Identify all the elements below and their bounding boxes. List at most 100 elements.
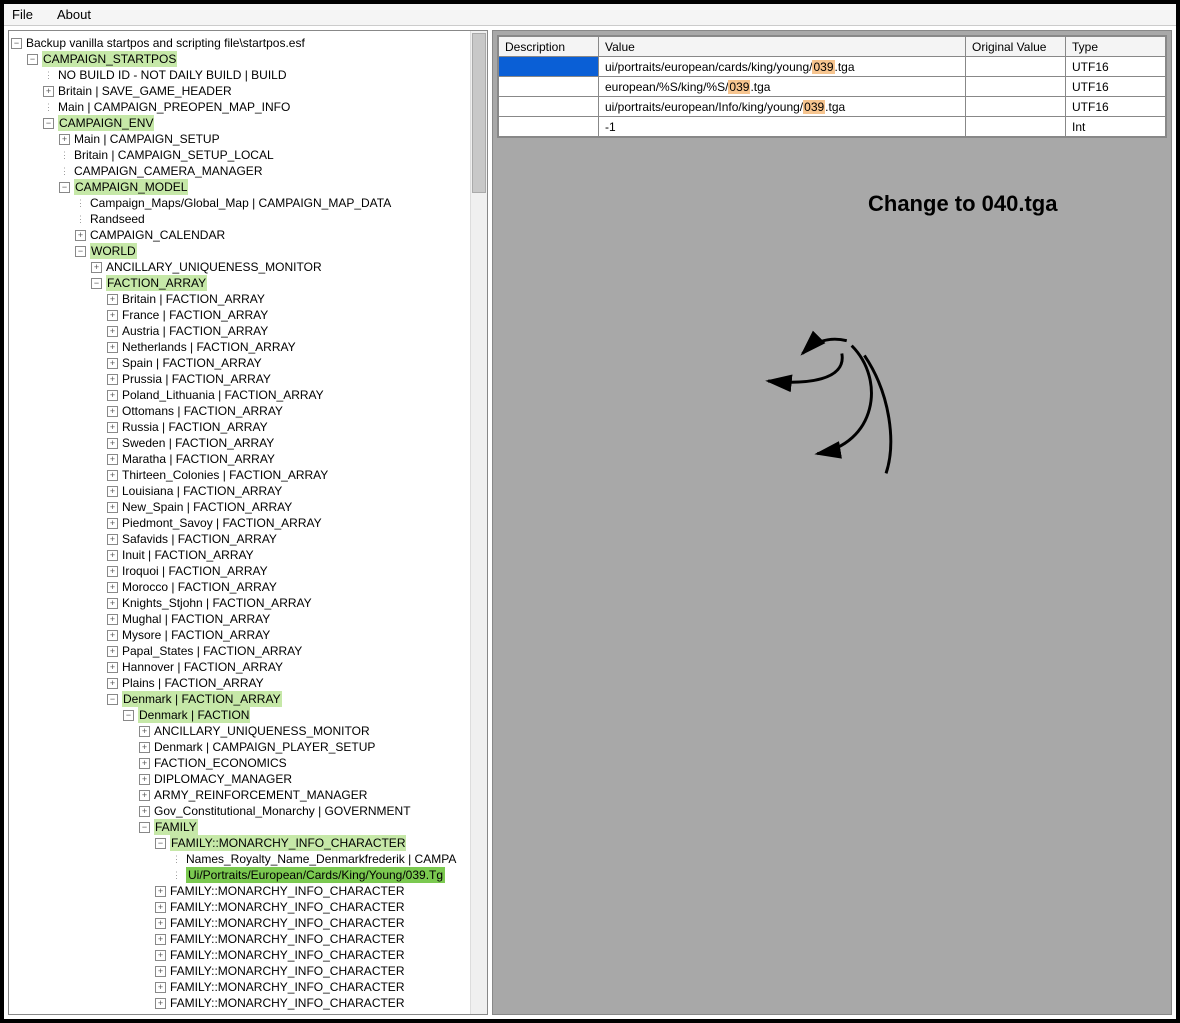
collapse-icon[interactable]: − — [59, 182, 70, 193]
tree-node[interactable]: +Sweden | FACTION_ARRAY — [11, 435, 485, 451]
cell-value[interactable]: -1 — [599, 117, 966, 137]
expand-icon[interactable]: + — [107, 486, 118, 497]
tree-node[interactable]: +Maratha | FACTION_ARRAY — [11, 451, 485, 467]
tree-node[interactable]: −Denmark | FACTION — [11, 707, 485, 723]
tree-node[interactable]: +Louisiana | FACTION_ARRAY — [11, 483, 485, 499]
expand-icon[interactable]: + — [107, 406, 118, 417]
tree-node[interactable]: ⋮NO BUILD ID - NOT DAILY BUILD | BUILD — [11, 67, 485, 83]
tree-node[interactable]: −Backup vanilla startpos and scripting f… — [11, 35, 485, 51]
tree-node[interactable]: +Iroquoi | FACTION_ARRAY — [11, 563, 485, 579]
collapse-icon[interactable]: − — [139, 822, 150, 833]
tree-node[interactable]: ⋮Campaign_Maps/Global_Map | CAMPAIGN_MAP… — [11, 195, 485, 211]
tree-node[interactable]: +Morocco | FACTION_ARRAY — [11, 579, 485, 595]
tree-node[interactable]: +Mysore | FACTION_ARRAY — [11, 627, 485, 643]
expand-icon[interactable]: + — [91, 262, 102, 273]
tree-node[interactable]: +Denmark | CAMPAIGN_PLAYER_SETUP — [11, 739, 485, 755]
tree-node[interactable]: +Knights_Stjohn | FACTION_ARRAY — [11, 595, 485, 611]
col-value[interactable]: Value — [599, 37, 966, 57]
tree-node[interactable]: +Russia | FACTION_ARRAY — [11, 419, 485, 435]
property-row[interactable]: european/%S/king/%S/039.tgaUTF16 — [499, 77, 1166, 97]
tree-node[interactable]: +ANCILLARY_UNIQUENESS_MONITOR — [11, 259, 485, 275]
tree-node[interactable]: +FAMILY::MONARCHY_INFO_CHARACTER — [11, 979, 485, 995]
tree-node[interactable]: −WORLD — [11, 243, 485, 259]
tree-node[interactable]: −Denmark | FACTION_ARRAY — [11, 691, 485, 707]
expand-icon[interactable]: + — [107, 582, 118, 593]
tree-node[interactable]: ⋮Britain | CAMPAIGN_SETUP_LOCAL — [11, 147, 485, 163]
col-description[interactable]: Description — [499, 37, 599, 57]
collapse-icon[interactable]: − — [155, 838, 166, 849]
tree-scrollbar[interactable] — [470, 31, 487, 1014]
collapse-icon[interactable]: − — [107, 694, 118, 705]
tree-node[interactable]: ⋮Main | CAMPAIGN_PREOPEN_MAP_INFO — [11, 99, 485, 115]
tree-node[interactable]: +Gov_Constitutional_Monarchy | GOVERNMEN… — [11, 803, 485, 819]
expand-icon[interactable]: + — [155, 950, 166, 961]
collapse-icon[interactable]: − — [91, 278, 102, 289]
expand-icon[interactable]: + — [107, 646, 118, 657]
collapse-icon[interactable]: − — [27, 54, 38, 65]
tree-node[interactable]: +Plains | FACTION_ARRAY — [11, 675, 485, 691]
expand-icon[interactable]: + — [107, 374, 118, 385]
tree-node[interactable]: +Papal_States | FACTION_ARRAY — [11, 643, 485, 659]
tree-node[interactable]: +Piedmont_Savoy | FACTION_ARRAY — [11, 515, 485, 531]
tree-node[interactable]: +Spain | FACTION_ARRAY — [11, 355, 485, 371]
tree-node[interactable]: +Austria | FACTION_ARRAY — [11, 323, 485, 339]
tree-node[interactable]: +Britain | SAVE_GAME_HEADER — [11, 83, 485, 99]
tree-node[interactable]: −CAMPAIGN_STARTPOS — [11, 51, 485, 67]
expand-icon[interactable]: + — [107, 470, 118, 481]
expand-icon[interactable]: + — [155, 902, 166, 913]
collapse-icon[interactable]: − — [123, 710, 134, 721]
collapse-icon[interactable]: − — [75, 246, 86, 257]
tree-node[interactable]: +FAMILY::MONARCHY_INFO_CHARACTER — [11, 963, 485, 979]
col-type[interactable]: Type — [1066, 37, 1166, 57]
tree-node[interactable]: +New_Spain | FACTION_ARRAY — [11, 499, 485, 515]
tree-node[interactable]: +DIPLOMACY_MANAGER — [11, 771, 485, 787]
tree-node[interactable]: +FAMILY::MONARCHY_INFO_CHARACTER — [11, 899, 485, 915]
expand-icon[interactable]: + — [107, 566, 118, 577]
tree-node[interactable]: +CAMPAIGN_CALENDAR — [11, 227, 485, 243]
tree-node[interactable]: +FAMILY::MONARCHY_INFO_CHARACTER — [11, 915, 485, 931]
expand-icon[interactable]: + — [139, 726, 150, 737]
tree-node[interactable]: +ARMY_REINFORCEMENT_MANAGER — [11, 787, 485, 803]
tree-node[interactable]: +ANCILLARY_UNIQUENESS_MONITOR — [11, 723, 485, 739]
expand-icon[interactable]: + — [107, 342, 118, 353]
expand-icon[interactable]: + — [107, 502, 118, 513]
col-original[interactable]: Original Value — [966, 37, 1066, 57]
tree-node[interactable]: +FAMILY::MONARCHY_INFO_CHARACTER — [11, 883, 485, 899]
tree-node[interactable]: −CAMPAIGN_MODEL — [11, 179, 485, 195]
tree-node[interactable]: +Safavids | FACTION_ARRAY — [11, 531, 485, 547]
expand-icon[interactable]: + — [107, 326, 118, 337]
tree-node[interactable]: +France | FACTION_ARRAY — [11, 307, 485, 323]
tree-node[interactable]: +Thirteen_Colonies | FACTION_ARRAY — [11, 467, 485, 483]
tree-node[interactable]: −FACTION_ARRAY — [11, 275, 485, 291]
tree-node[interactable]: +Mughal | FACTION_ARRAY — [11, 611, 485, 627]
expand-icon[interactable]: + — [155, 886, 166, 897]
expand-icon[interactable]: + — [107, 294, 118, 305]
tree-node[interactable]: +FAMILY::MONARCHY_INFO_CHARACTER — [11, 931, 485, 947]
expand-icon[interactable]: + — [107, 630, 118, 641]
expand-icon[interactable]: + — [75, 230, 86, 241]
expand-icon[interactable]: + — [107, 310, 118, 321]
cell-value[interactable]: ui/portraits/european/cards/king/young/0… — [599, 57, 966, 77]
expand-icon[interactable]: + — [139, 758, 150, 769]
tree-node[interactable]: +FAMILY::MONARCHY_INFO_CHARACTER — [11, 995, 485, 1011]
expand-icon[interactable]: + — [139, 774, 150, 785]
expand-icon[interactable]: + — [155, 966, 166, 977]
tree-node[interactable]: +FAMILY::MONARCHY_INFO_CHARACTER — [11, 947, 485, 963]
tree-node[interactable]: −FAMILY::MONARCHY_INFO_CHARACTER — [11, 835, 485, 851]
expand-icon[interactable]: + — [107, 422, 118, 433]
tree-node[interactable]: +Netherlands | FACTION_ARRAY — [11, 339, 485, 355]
tree-node[interactable]: ⋮Randseed — [11, 211, 485, 227]
tree-node[interactable]: +Poland_Lithuania | FACTION_ARRAY — [11, 387, 485, 403]
expand-icon[interactable]: + — [107, 550, 118, 561]
tree-node[interactable]: −CAMPAIGN_ENV — [11, 115, 485, 131]
expand-icon[interactable]: + — [139, 790, 150, 801]
property-row[interactable]: ui/portraits/european/cards/king/young/0… — [499, 57, 1166, 77]
expand-icon[interactable]: + — [107, 390, 118, 401]
expand-icon[interactable]: + — [107, 614, 118, 625]
expand-icon[interactable]: + — [139, 742, 150, 753]
expand-icon[interactable]: + — [107, 358, 118, 369]
tree-node[interactable]: ⋮CAMPAIGN_CAMERA_MANAGER — [11, 163, 485, 179]
expand-icon[interactable]: + — [155, 918, 166, 929]
menu-about[interactable]: About — [57, 7, 91, 22]
tree-node[interactable]: +Inuit | FACTION_ARRAY — [11, 547, 485, 563]
